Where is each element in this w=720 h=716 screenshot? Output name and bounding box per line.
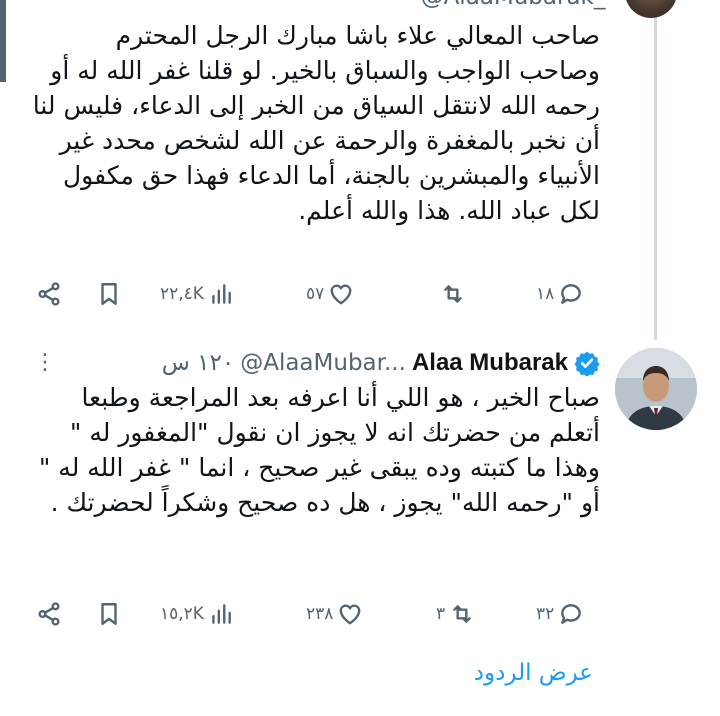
like-button[interactable]: ٢٣٨ [306, 598, 363, 630]
retweet-button[interactable]: ٣ [436, 598, 475, 630]
like-button[interactable]: ٥٧ [306, 278, 354, 310]
replies-count: ٣٢ [536, 604, 555, 624]
avatar-top[interactable] [625, 0, 677, 18]
reply-tweet-actions: ١٥,٢K ٢٣٨ ٣ ٣٢ [36, 598, 602, 630]
share-button[interactable] [36, 278, 62, 310]
bookmark-icon [101, 283, 117, 305]
like-icon [330, 284, 352, 305]
author-handle[interactable]: @AlaaMubar... [240, 350, 406, 376]
views-count: ٢٢,٤K [160, 284, 204, 304]
retweet-button[interactable] [436, 278, 466, 310]
reply-tweet-text: صباح الخير ، هو اللي أنا اعرفه بعد المرا… [30, 383, 600, 517]
retweet-icon [453, 605, 471, 623]
avatar-photo [615, 348, 697, 430]
author-name[interactable]: Alaa Mubarak [412, 349, 568, 377]
left-edge-bar [0, 0, 6, 82]
share-icon [38, 602, 60, 626]
reply-tweet-header: ⋮ ١٢٠ س @AlaaMubar... Alaa Mubarak [30, 346, 600, 380]
like-icon [340, 604, 361, 625]
avatar[interactable] [615, 348, 697, 430]
more-icon[interactable]: ⋮ [30, 352, 57, 374]
bookmark-button[interactable] [96, 598, 122, 630]
top-tweet-actions: ٢٢,٤K ٥٧ ١٨ [36, 278, 602, 310]
retweet-icon [444, 285, 462, 303]
views-icon [212, 604, 231, 624]
views-button[interactable]: ٢٢,٤K [160, 278, 234, 310]
views-icon [212, 284, 231, 304]
tweet-time[interactable]: ١٢٠ س [162, 350, 234, 376]
bookmark-button[interactable] [96, 278, 122, 310]
reply-button[interactable]: ١٨ [536, 278, 584, 310]
bookmark-icon [101, 603, 117, 625]
verified-badge-icon [574, 350, 600, 376]
share-icon [38, 282, 60, 306]
likes-count: ٥٧ [306, 284, 325, 304]
replies-count: ١٨ [536, 284, 555, 304]
thread-connector-line [654, 0, 657, 340]
likes-count: ٢٣٨ [306, 604, 334, 624]
top-tweet-handle[interactable]: @AlaaMubarak_ · [40, 0, 620, 10]
top-tweet-text: صاحب المعالي علاء باشا مبارك الرجل المحت… [24, 21, 600, 225]
reply-button[interactable]: ٣٢ [536, 598, 584, 630]
view-replies-link[interactable]: عرض الردود [400, 660, 593, 686]
reply-icon [561, 604, 582, 624]
reply-icon [561, 284, 582, 304]
views-button[interactable]: ١٥,٢K [160, 598, 234, 630]
retweets-count: ٣ [436, 604, 446, 624]
share-button[interactable] [36, 598, 62, 630]
views-count: ١٥,٢K [160, 604, 204, 624]
